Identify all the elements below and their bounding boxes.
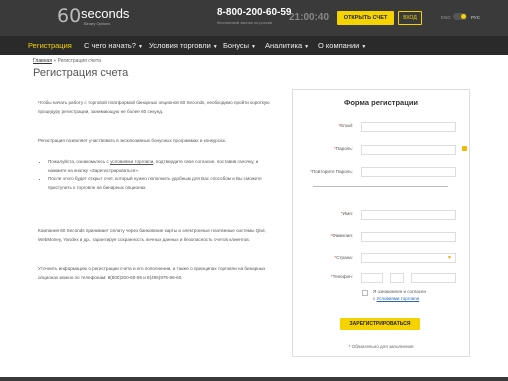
logo-mark: 60 (57, 5, 82, 27)
chevron-down-icon: ▼ (361, 44, 367, 50)
surname-label: *Фамилия: (330, 233, 353, 238)
phone-label: *Телефон: (331, 274, 353, 279)
nav-item-registration[interactable]: Регистрация (28, 41, 72, 50)
email-label-text: Email: (340, 123, 353, 128)
chevron-down-icon: ▼ (212, 44, 218, 50)
phone-note: бесплатный звонок по россии (217, 20, 273, 25)
name-label: *Имя: (341, 211, 353, 216)
email-field[interactable] (361, 122, 456, 132)
nav-label: Регистрация (28, 41, 72, 50)
password-field[interactable] (361, 145, 456, 155)
agree-text: Я ознакомлен и согласен (373, 289, 426, 294)
contact-paragraph: Уточнить информацию о регистрации счета … (38, 266, 266, 280)
open-account-button[interactable]: ОТКРЫТЬ СЧЕТ (337, 11, 394, 25)
country-select[interactable]: ▼ (361, 253, 456, 263)
terms-link[interactable]: Условиями торговли (377, 296, 420, 301)
step-text: Пожалуйста, ознакомьтесь с (48, 159, 111, 164)
list-item: После этого будет открыт счет, который н… (48, 175, 270, 192)
nav-item-getting-started[interactable]: С чего начать? ▼ (84, 41, 143, 50)
phone-code-field[interactable] (361, 273, 383, 283)
breadcrumb-current: Регистрация счета (57, 58, 101, 64)
password-label-text: Пароль: (335, 146, 353, 151)
nav-label: Бонусы (223, 41, 250, 50)
page-title: Регистрация счета (33, 67, 129, 79)
surname-label-text: Фамилия: (332, 233, 353, 238)
register-button[interactable]: ЗАРЕГИСТРИРОВАТЬСЯ (340, 318, 420, 330)
email-label: *Email: (338, 123, 353, 128)
lang-rus-label[interactable]: РУС (471, 15, 480, 20)
nav-label: О компании (318, 41, 360, 50)
list-item: Пожалуйста, ознакомьтесь с условиями тор… (48, 158, 270, 175)
nav-label: С чего начать? (84, 41, 136, 50)
name-label-text: Имя: (342, 211, 353, 216)
form-title: Форма регистрации (343, 98, 419, 107)
lang-eng-label[interactable]: ENG (441, 15, 451, 20)
login-button[interactable]: ВХОД (398, 11, 422, 25)
bonus-paragraph: Регистрация позволяет участвовать в экск… (38, 138, 227, 143)
logo-subtitle: Binary Options (84, 21, 111, 26)
chevron-down-icon: ▼ (304, 44, 310, 50)
nav-item-about[interactable]: О компании ▼ (318, 41, 366, 50)
phone-number: 8-800-200-60-59 (217, 7, 292, 18)
nav-label: Условия торговли (149, 41, 211, 50)
nav-label: Аналитика (265, 41, 303, 50)
chevron-down-icon: ▼ (447, 255, 452, 261)
surname-field[interactable] (361, 232, 456, 242)
main-nav: Регистрация С чего начать? ▼ Условия торг… (0, 36, 508, 55)
footer-bar (0, 377, 508, 381)
intro-paragraph: Чтобы начать работу с торговой платформо… (38, 100, 270, 114)
logo-word: seconds (81, 6, 130, 21)
name-field[interactable] (361, 210, 456, 220)
nav-item-analytics[interactable]: Аналитика ▼ (265, 41, 309, 50)
password-label: *Пароль: (334, 146, 353, 151)
agree-checkbox[interactable] (362, 290, 368, 296)
phone-label-text: Телефон: (332, 274, 353, 279)
chevron-down-icon: ▼ (251, 44, 256, 50)
breadcrumb: Главная » Регистрация счета (33, 58, 101, 64)
nav-item-bonuses[interactable]: Бонусы ▼ (223, 41, 256, 50)
registration-form: Форма регистрации *Email: *Пароль: *Повт… (292, 89, 470, 357)
chevron-down-icon: ▼ (137, 44, 143, 50)
nav-item-trading-conditions[interactable]: Условия торговли ▼ (149, 41, 218, 50)
repeat-password-label-text: Повторите Пароль: (311, 169, 353, 174)
breadcrumb-home[interactable]: Главная (33, 58, 52, 64)
repeat-password-field[interactable] (361, 167, 456, 177)
country-label: *Страна: (334, 255, 353, 260)
top-header: 60 seconds Binary Options 8-800-200-60-5… (0, 0, 508, 36)
toggle-knob (461, 14, 466, 19)
trading-conditions-link[interactable]: условиями торговли (110, 159, 153, 164)
repeat-password-label: *Повторите Пароль: (310, 169, 353, 174)
clock: 21:00:40 (289, 12, 330, 23)
language-toggle[interactable] (453, 13, 467, 20)
payment-paragraph: Компания 60 Seconds принимает оплату чер… (38, 228, 266, 242)
agree-terms: с Условиями торговли (373, 296, 419, 301)
phone-area-field[interactable] (390, 273, 404, 283)
required-note: * Обязательно для заполнения (348, 344, 414, 349)
divider (313, 186, 448, 187)
phone-number-field[interactable] (411, 273, 456, 283)
steps-list: Пожалуйста, ознакомьтесь с условиями тор… (38, 158, 270, 192)
country-label-text: Страна: (336, 255, 353, 260)
lock-icon (462, 146, 467, 151)
